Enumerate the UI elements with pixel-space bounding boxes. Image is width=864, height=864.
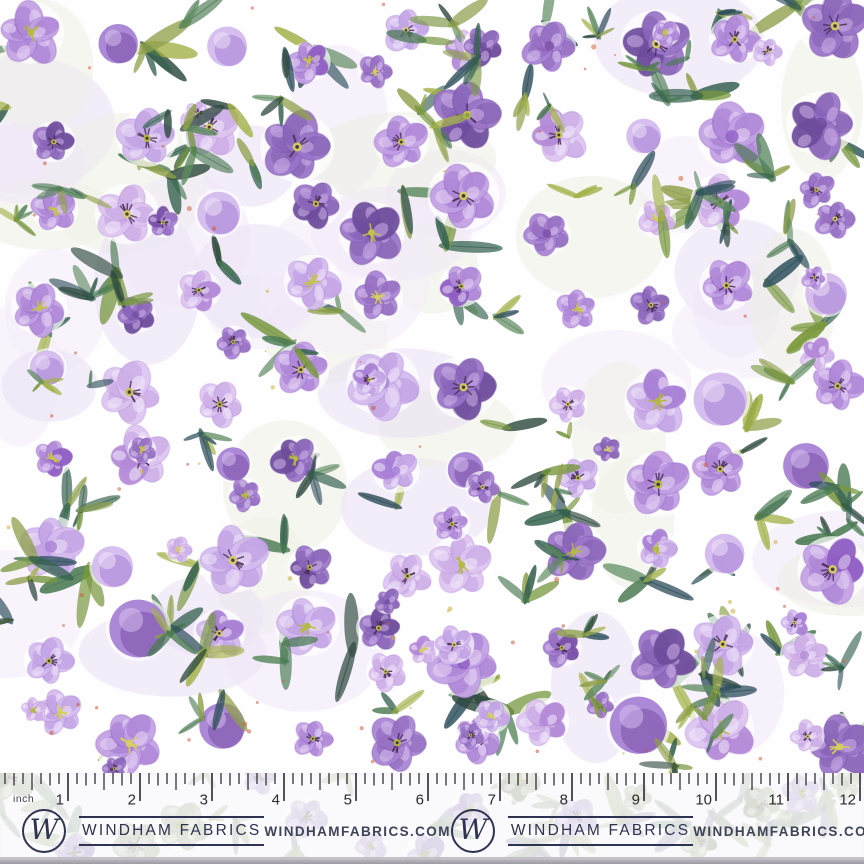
inch-ruler: 123456789101112inch (0, 773, 864, 809)
brand-footer: W WINDHAM FABRICS WINDHAMFABRICS.COM W W… (0, 806, 864, 856)
svg-text:inch: inch (13, 793, 34, 805)
brand-lockup-2: W WINDHAM FABRICS (451, 809, 693, 853)
website-text-1: WINDHAMFABRICS.COM (264, 824, 450, 839)
brand-lockup-1: W WINDHAM FABRICS (22, 809, 264, 853)
brand-wordmark-1: WINDHAM FABRICS (79, 816, 264, 846)
windham-monogram-icon: W (451, 809, 495, 853)
monogram-letter: W (30, 816, 59, 844)
selvage-strip: 123456789101112inch W WINDHAM FABRICS WI… (0, 773, 864, 857)
bottom-edge-shadow (0, 857, 864, 864)
monogram-letter: W (458, 816, 487, 844)
windham-monogram-icon: W (22, 809, 66, 853)
fabric-swatch: 123456789101112inch W WINDHAM FABRICS WI… (0, 0, 864, 864)
fabric-pattern (0, 0, 864, 773)
website-text-2: WINDHAMFABRICS.COM (693, 824, 864, 839)
brand-wordmark-2: WINDHAM FABRICS (508, 816, 693, 846)
